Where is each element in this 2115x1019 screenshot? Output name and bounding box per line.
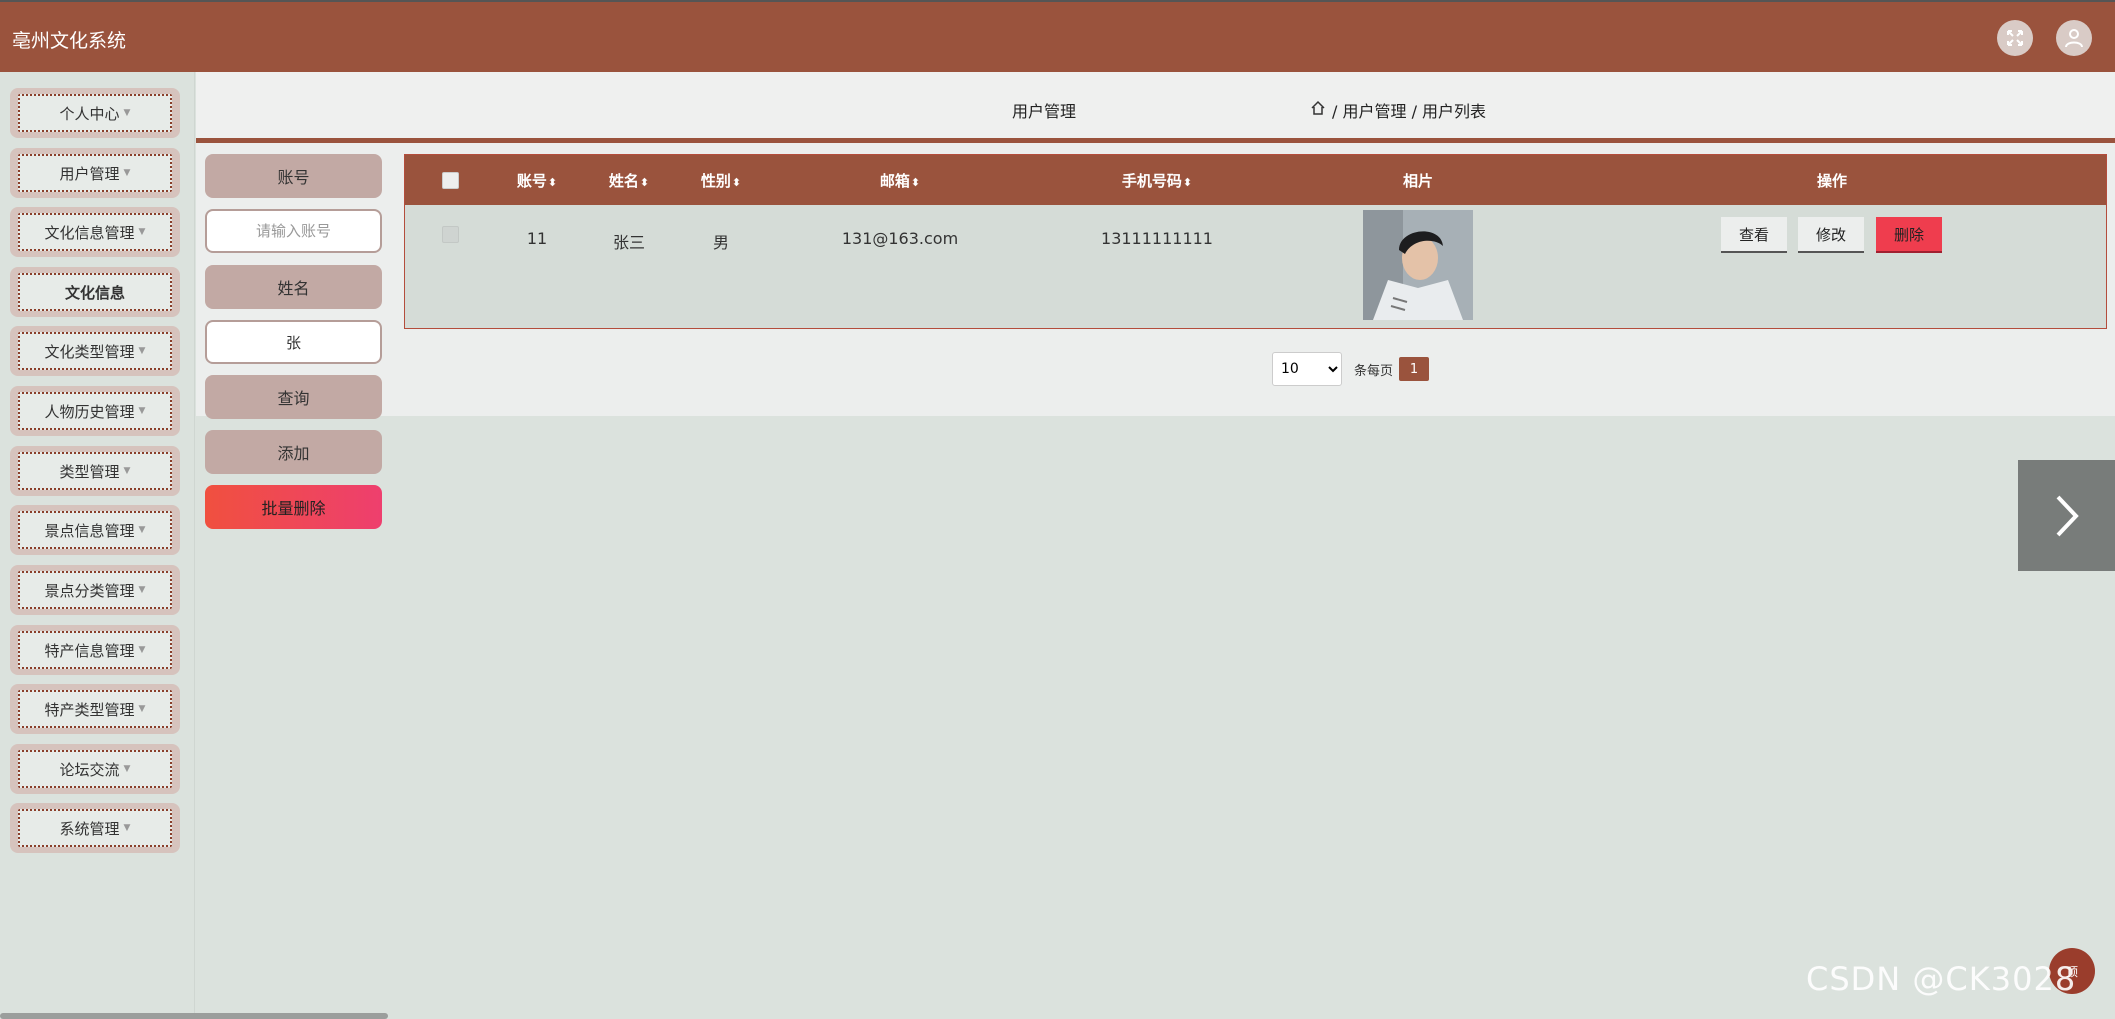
sidebar-item-label: 景点分类管理 [44,581,135,600]
breadcrumb-path: / 用户管理 / 用户列表 [1332,102,1487,121]
row-checkbox[interactable] [442,226,459,243]
sidebar-item-user-management[interactable]: 用户管理 ▼ [10,148,180,198]
sort-icon[interactable]: ⬍ [1183,176,1192,189]
sidebar-item-label: 景点信息管理 [44,521,135,540]
page-size-select[interactable]: 10 [1272,352,1342,386]
table-header: 账号⬍ 姓名⬍ 性别⬍ 邮箱⬍ 手机号码⬍ 相片 操作 [405,155,2106,205]
sidebar-item-personal-center[interactable]: 个人中心 ▼ [10,88,180,138]
sidebar-item-culture-info[interactable]: 文化信息 [10,267,180,317]
sidebar-item-system-management[interactable]: 系统管理 ▼ [10,803,180,853]
sidebar-item-label: 文化信息 [64,283,125,302]
top-bar: 亳州文化系统 [0,0,2115,72]
caret-down-icon: ▼ [123,823,131,833]
account-label: 账号 [205,154,382,198]
sidebar-item-scenic-info-management[interactable]: 景点信息管理 ▼ [10,505,180,555]
sort-icon[interactable]: ⬍ [640,176,649,189]
cell-name: 张三 [612,233,646,252]
sidebar-item-label: 系统管理 [59,819,120,838]
sidebar-item-history-figures-management[interactable]: 人物历史管理 ▼ [10,386,180,436]
name-input[interactable] [205,320,382,364]
account-input[interactable] [205,209,382,253]
sidebar-item-label: 论坛交流 [59,760,120,779]
caret-down-icon: ▼ [138,346,146,356]
cell-phone: 13111111111 [1101,229,1213,248]
breadcrumb-bar: 用户管理 / 用户管理 / 用户列表 [196,72,2115,138]
sidebar-item-specialty-info-management[interactable]: 特产信息管理 ▼ [10,625,180,675]
sidebar-item-label: 文化类型管理 [44,342,135,361]
sidebar-item-culture-type-management[interactable]: 文化类型管理 ▼ [10,326,180,376]
sidebar-item-label: 类型管理 [59,462,120,481]
caret-down-icon: ▼ [138,704,146,714]
name-label: 姓名 [205,265,382,309]
caret-down-icon: ▼ [123,764,131,774]
cell-gender: 男 [712,233,730,252]
chevron-right-icon[interactable] [2018,460,2115,571]
table-row: 11 张三 男 131@163.com 13111111111 查看 修改 删除 [405,205,2106,328]
column-header-photo: 相片 [1402,172,1434,190]
sidebar-item-label: 个人中心 [59,104,120,123]
sort-icon[interactable]: ⬍ [548,176,557,189]
user-photo[interactable] [1363,210,1473,320]
per-page-label: 条每页 [1354,363,1394,379]
app-title: 亳州文化系统 [12,30,127,52]
sidebar-item-culture-info-management[interactable]: 文化信息管理 ▼ [10,207,180,257]
fullscreen-icon[interactable] [1997,20,2033,56]
cell-account: 11 [526,229,548,248]
column-header-phone[interactable]: 手机号码⬍ [1122,170,1192,191]
sidebar-item-label: 特产类型管理 [44,700,135,719]
column-header-email[interactable]: 邮箱⬍ [880,170,920,191]
sidebar-item-specialty-type-management[interactable]: 特产类型管理 ▼ [10,684,180,734]
batch-delete-button[interactable]: 批量删除 [205,485,382,529]
pagination: 10 条每页 1 [1272,352,1430,386]
column-header-gender[interactable]: 性别⬍ [701,170,741,191]
page-title: 用户管理 [1012,102,1077,121]
caret-down-icon: ▼ [138,406,146,416]
home-icon[interactable] [1310,100,1326,120]
delete-button[interactable]: 删除 [1876,217,1942,253]
sidebar-item-label: 文化信息管理 [44,223,135,242]
caret-down-icon: ▼ [138,525,146,535]
add-button[interactable]: 添加 [205,430,382,474]
caret-down-icon: ▼ [123,466,131,476]
select-all-checkbox[interactable] [442,172,459,189]
view-button[interactable]: 查看 [1721,217,1787,253]
caret-down-icon: ▼ [138,585,146,595]
sidebar-item-label: 特产信息管理 [44,641,135,660]
sidebar-item-label: 人物历史管理 [44,402,135,421]
sidebar-item-forum[interactable]: 论坛交流 ▼ [10,744,180,794]
sidebar-item-scenic-category-management[interactable]: 景点分类管理 ▼ [10,565,180,615]
sidebar-item-label: 用户管理 [59,164,120,183]
edit-button[interactable]: 修改 [1798,217,1864,253]
horizontal-scrollbar[interactable] [0,1013,388,1019]
page-button-current[interactable]: 1 [1399,357,1430,381]
watermark: CSDN @CK3028 [1806,960,2077,998]
breadcrumb: / 用户管理 / 用户列表 [1310,98,1486,122]
sidebar-item-type-management[interactable]: 类型管理 ▼ [10,446,180,496]
sort-icon[interactable]: ⬍ [911,176,920,189]
caret-down-icon: ▼ [123,108,131,118]
sort-icon[interactable]: ⬍ [732,176,741,189]
column-header-account[interactable]: 账号⬍ [517,170,557,191]
caret-down-icon: ▼ [138,227,146,237]
query-button[interactable]: 查询 [205,375,382,419]
column-header-name[interactable]: 姓名⬍ [609,170,649,191]
caret-down-icon: ▼ [123,168,131,178]
cell-email: 131@163.com [841,229,959,248]
column-header-actions: 操作 [1816,172,1848,190]
user-avatar-icon[interactable] [2056,20,2092,56]
user-table: 账号⬍ 姓名⬍ 性别⬍ 邮箱⬍ 手机号码⬍ 相片 操作 11 张三 男 131@… [404,154,2107,329]
caret-down-icon: ▼ [138,645,146,655]
